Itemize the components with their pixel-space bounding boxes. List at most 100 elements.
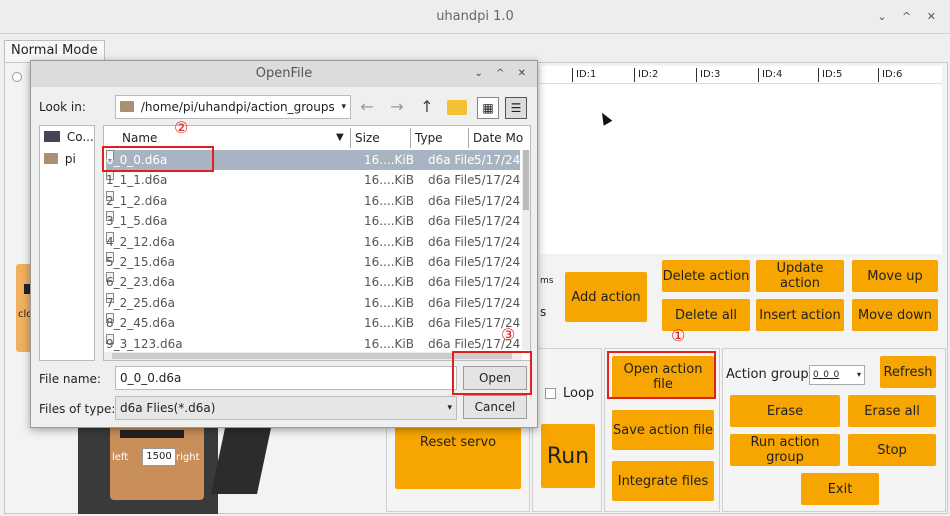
id-col-5: ID:5: [818, 68, 842, 82]
column-size[interactable]: Size: [350, 128, 380, 148]
file-date-cell: 5/17/24: [474, 173, 521, 188]
vertical-scrollbar[interactable]: [522, 150, 530, 350]
column-date[interactable]: Date Mo: [468, 128, 523, 148]
run-action-group-button[interactable]: Run action group: [730, 434, 840, 466]
file-size-cell: 16....KiB: [364, 316, 414, 331]
save-action-file-button[interactable]: Save action file: [612, 410, 714, 450]
servo-value-field[interactable]: 1500: [142, 448, 176, 466]
file-size-cell: 16....KiB: [364, 214, 414, 229]
insert-action-button[interactable]: Insert action: [756, 299, 844, 331]
id-col-4: ID:4: [758, 68, 782, 82]
sidebar-item-pi[interactable]: pi: [44, 152, 76, 166]
delete-action-button[interactable]: Delete action: [662, 260, 750, 292]
robot-arm-image: left 1500 right: [40, 424, 300, 514]
computer-icon: [44, 131, 60, 142]
file-type-cell: d6a File: [428, 295, 475, 310]
id-col-6: ID:6: [878, 68, 902, 82]
file-size-cell: 16....KiB: [364, 295, 414, 310]
annotation-marker-1: ①: [671, 326, 686, 345]
loop-checkbox[interactable]: [545, 388, 556, 399]
file-type-cell: d6a File: [428, 255, 475, 269]
file-size-cell: 16....KiB: [364, 173, 414, 188]
file-row[interactable]: 3_1_5.d6a 16....KiB d6a File 5/17/24: [106, 211, 520, 231]
update-action-button[interactable]: Update action: [756, 260, 844, 292]
file-type-cell: d6a File: [428, 153, 475, 167]
file-date-cell: 5/17/24: [474, 295, 521, 310]
folder-icon: [44, 153, 58, 164]
file-name-input[interactable]: 0_0_0.d6a: [115, 366, 457, 390]
forward-arrow-icon[interactable]: →: [387, 97, 407, 117]
file-type-cell: d6a File: [428, 316, 475, 331]
column-type[interactable]: Type: [410, 128, 443, 148]
back-arrow-icon[interactable]: ←: [357, 97, 377, 117]
file-size-cell: 16....KiB: [364, 275, 414, 290]
file-type-value: d6a Flies(*.d6a): [120, 401, 216, 415]
annotation-marker-3: ③: [501, 325, 516, 344]
partial-ms: ms: [540, 276, 554, 286]
app-window: uhandpi 1.0 ⌄ ^ ✕ Normal Mode ID:1 ID:2 …: [0, 0, 950, 516]
robot-slot: [120, 430, 184, 438]
servo-left-label: left: [112, 452, 129, 463]
run-button[interactable]: Run: [541, 424, 595, 488]
erase-button[interactable]: Erase: [730, 395, 840, 427]
file-row[interactable]: 5_2_15.d6a 16....KiB d6a File 5/17/24: [106, 252, 520, 272]
move-down-button[interactable]: Move down: [852, 299, 938, 331]
sidebar-item-label: Co...: [66, 130, 94, 144]
file-row[interactable]: 6_2_23.d6a 16....KiB d6a File 5/17/24: [106, 272, 520, 292]
dialog-controls[interactable]: ⌄ ^ ✕: [475, 61, 532, 87]
grid-view-icon[interactable]: ▦: [477, 97, 499, 119]
file-row[interactable]: 4_2_12.d6a 16....KiB d6a File 5/17/24: [106, 231, 520, 252]
id-col-3: ID:3: [696, 68, 720, 82]
title-bar: uhandpi 1.0 ⌄ ^ ✕: [0, 0, 950, 34]
action-table[interactable]: [540, 84, 942, 254]
look-in-select[interactable]: /home/pi/uhandpi/action_groups ▾: [115, 95, 351, 119]
tab-normal-mode[interactable]: Normal Mode: [4, 40, 105, 62]
file-type-cell: d6a File: [428, 214, 475, 229]
refresh-button[interactable]: Refresh: [880, 356, 936, 388]
action-group-label: Action group: [726, 367, 809, 382]
exit-button[interactable]: Exit: [801, 473, 879, 505]
new-folder-icon[interactable]: [447, 100, 467, 115]
file-row[interactable]: 2_1_2.d6a 16....KiB d6a File 5/17/24: [106, 190, 521, 211]
sidebar-item-computer[interactable]: Co...: [44, 130, 94, 144]
annotation-marker-2: ②: [174, 118, 189, 137]
open-file-dialog: OpenFile ⌄ ^ ✕ Look in: /home/pi/uhandpi…: [30, 60, 538, 428]
list-view-icon[interactable]: ☰: [505, 97, 527, 119]
tab-bar: Normal Mode: [0, 34, 950, 62]
action-group-selected: 0_0_0: [813, 370, 840, 380]
file-type-cell: d6a File: [428, 234, 475, 249]
id-col-2: ID:2: [634, 68, 658, 82]
file-row[interactable]: 7_2_25.d6a 16....KiB d6a File 5/17/24: [106, 292, 521, 313]
chevron-down-icon: ▾: [856, 370, 861, 379]
file-size-cell: 16....KiB: [364, 336, 414, 351]
file-date-cell: 5/17/24: [474, 193, 521, 208]
annotation-box-2: [102, 146, 214, 172]
add-action-button[interactable]: Add action: [565, 272, 647, 322]
chevron-down-icon: ▾: [447, 403, 452, 413]
file-size-cell: 16....KiB: [364, 255, 414, 269]
annotation-box-3: [452, 351, 532, 395]
stop-button[interactable]: Stop: [848, 434, 936, 466]
partial-s: s: [540, 305, 547, 319]
file-size-cell: 16....KiB: [364, 153, 414, 167]
column-name[interactable]: Name: [122, 128, 157, 148]
file-date-cell: 5/17/24: [474, 214, 521, 229]
file-row[interactable]: 8_2_45.d6a 16....KiB d6a File 5/17/24: [106, 313, 520, 333]
up-arrow-icon[interactable]: ↑: [417, 97, 437, 117]
move-up-button[interactable]: Move up: [852, 260, 938, 292]
file-size-cell: 16....KiB: [364, 234, 414, 249]
radio-button[interactable]: [12, 72, 22, 82]
file-name-label: File name:: [39, 372, 101, 386]
action-group-select[interactable]: 0_0_0 ▾: [809, 365, 865, 385]
file-row[interactable]: 1_1_1.d6a 16....KiB d6a File 5/17/24: [106, 170, 520, 190]
folder-icon: [120, 101, 134, 112]
cancel-button[interactable]: Cancel: [463, 395, 527, 419]
scrollbar-thumb[interactable]: [523, 150, 529, 210]
partial-button[interactable]: [16, 264, 30, 352]
integrate-files-button[interactable]: Integrate files: [612, 461, 714, 501]
window-controls[interactable]: ⌄ ^ ✕: [877, 0, 942, 34]
file-type-select[interactable]: d6a Flies(*.d6a) ▾: [115, 396, 457, 420]
file-type-cell: d6a File: [428, 173, 475, 188]
file-date-cell: 5/17/24: [474, 153, 521, 167]
erase-all-button[interactable]: Erase all: [848, 395, 936, 427]
